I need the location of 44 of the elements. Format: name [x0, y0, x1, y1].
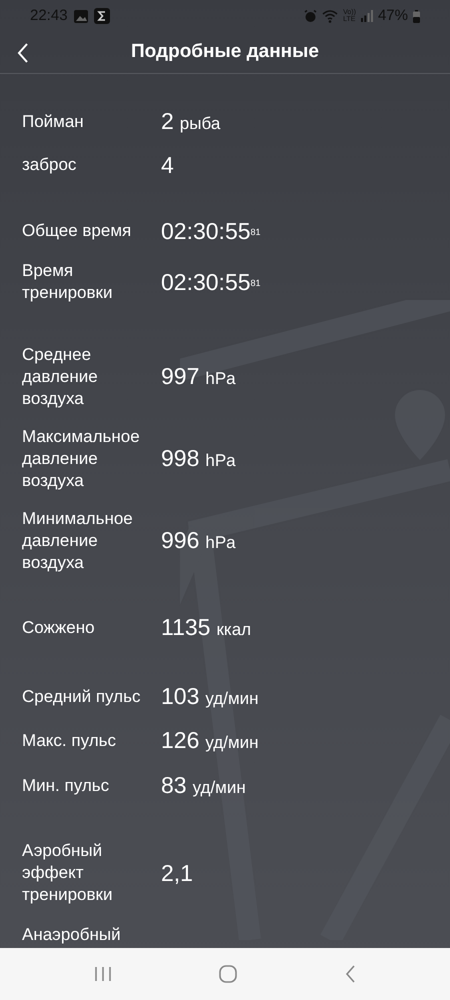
page-title: Подробные данные: [131, 40, 319, 64]
back-icon: [17, 42, 29, 62]
stat-label: Средний пульс: [22, 686, 142, 708]
stat-label: Максимальное давление воздуха: [22, 426, 141, 492]
stat-value: 998: [161, 444, 200, 471]
stat-unit: hPa: [205, 368, 236, 390]
stat-label: заброс: [22, 154, 78, 176]
stat-label: Аэробный эффект тренировки: [22, 840, 114, 906]
stat-value: 83: [161, 772, 187, 798]
stat-label: Анаэробный: [22, 924, 122, 946]
recent-apps-icon: [94, 966, 112, 982]
stat-value: 4: [161, 152, 174, 178]
stat-value: 2,1: [161, 860, 193, 886]
stat-value: 2: [161, 108, 174, 134]
stat-value: 997: [161, 362, 200, 389]
stat-unit: рыба: [180, 112, 220, 134]
stat-label: Мин. пульс: [22, 774, 110, 797]
alarm-icon: [304, 10, 318, 23]
stat-label: Сожжено: [22, 617, 96, 640]
sigma-icon: [94, 8, 110, 24]
stat-value: 126: [161, 727, 200, 753]
stat-value: 02:30:55$^{81}$: [161, 218, 261, 244]
stat-unit: hPa: [205, 450, 236, 472]
stat-label: Среднее давление воздуха: [22, 344, 99, 410]
stat-value: 02:30:55$^{81}$: [161, 269, 261, 295]
signal-icon: [360, 10, 373, 22]
stat-value: 996: [161, 526, 200, 553]
stat-unit: hPa: [205, 532, 236, 554]
stat-label: Общее время: [22, 220, 132, 242]
home-icon: [219, 965, 238, 983]
battery-icon: [413, 10, 420, 23]
back-icon: [345, 965, 356, 983]
wifi-icon: [322, 10, 338, 23]
stat-label: Пойман: [22, 110, 85, 133]
stat-label: Время тренировки: [22, 260, 114, 304]
stat-unit: ккал: [216, 619, 252, 641]
stat-unit: уд/мин: [205, 688, 259, 710]
stat-label: Минимальное давление воздуха: [22, 508, 134, 574]
image-icon: [74, 10, 88, 23]
stat-value: 103: [161, 682, 200, 708]
stat-unit: уд/мин: [192, 776, 246, 798]
stat-unit: уд/мин: [205, 732, 259, 754]
stat-value: 1135: [161, 614, 210, 640]
stat-label: Макс. пульс: [22, 730, 117, 752]
